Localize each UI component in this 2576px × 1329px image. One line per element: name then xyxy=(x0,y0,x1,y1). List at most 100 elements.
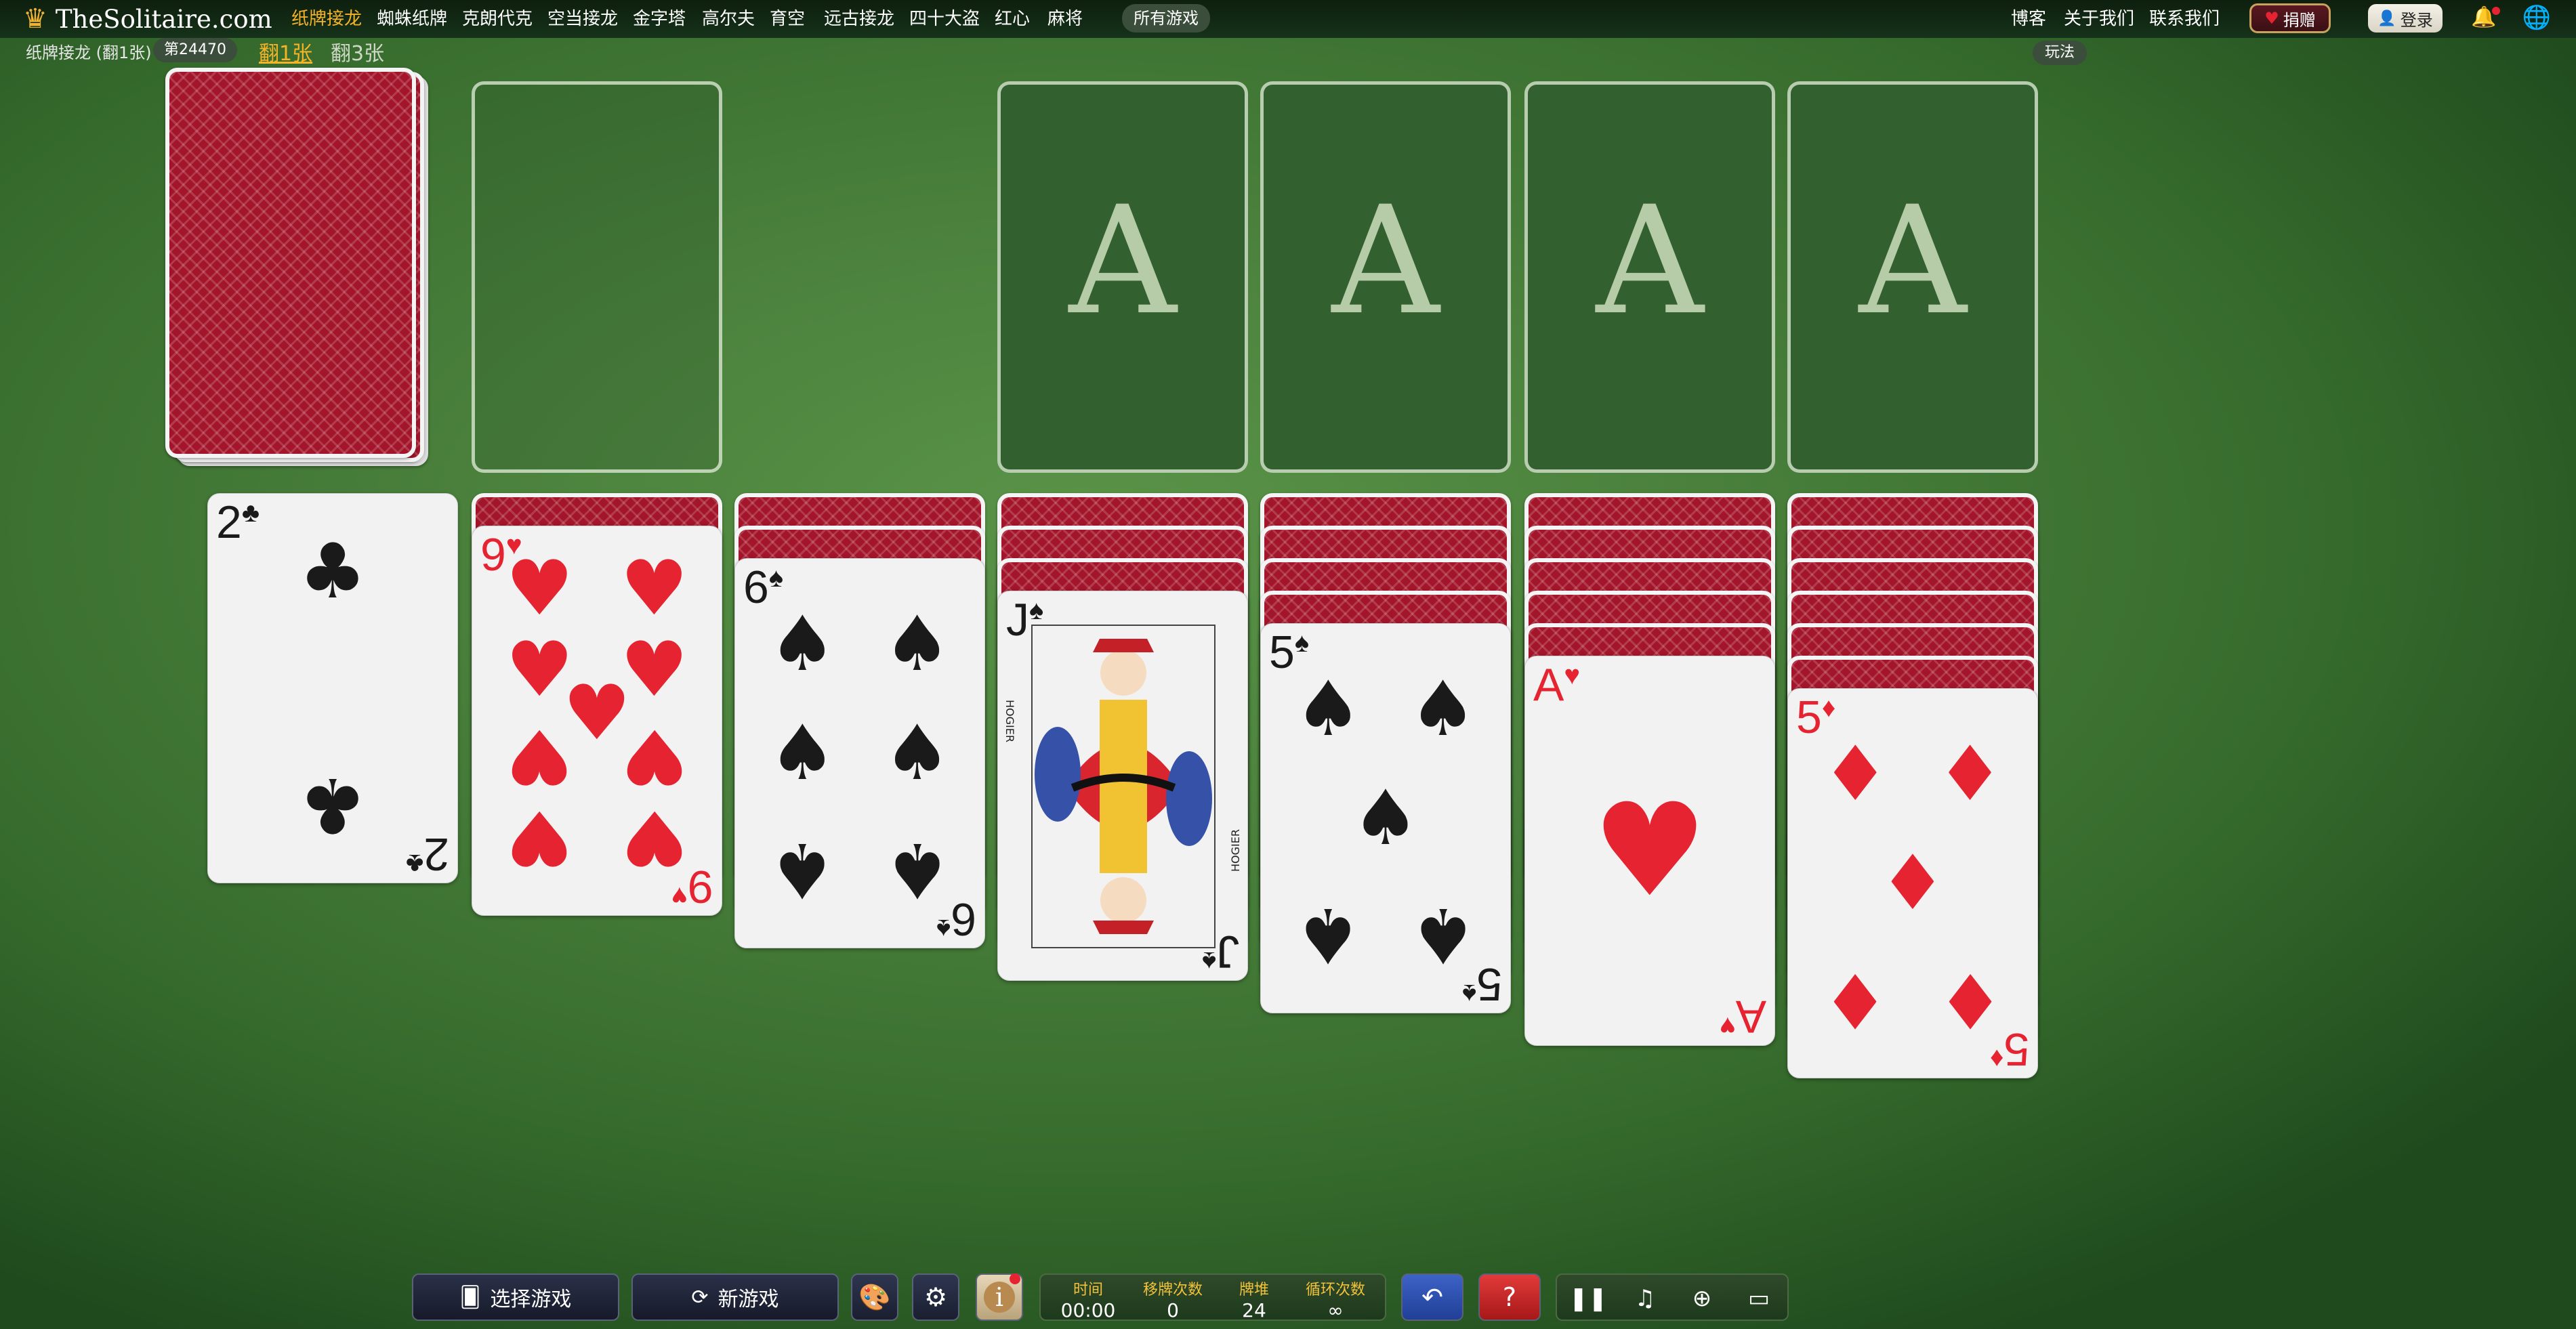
foundation-1[interactable]: A xyxy=(997,81,1248,473)
nav-pyramid[interactable]: 金字塔 xyxy=(633,0,686,38)
tableau-card-2[interactable]: 2♣ 2♣ ♣ ♣ xyxy=(207,493,458,883)
card-corner-index: 2♣ xyxy=(405,828,449,880)
undo-icon[interactable]: ↶ xyxy=(1401,1273,1463,1321)
nav-contact[interactable]: 联系我们 xyxy=(2149,0,2220,38)
suit-pip-icon: ♠ xyxy=(1409,891,1477,979)
suit-pip-icon: ♥ xyxy=(505,711,574,800)
nav-hearts[interactable]: 红心 xyxy=(995,0,1030,38)
foundation-4[interactable]: A xyxy=(1787,81,2038,473)
stat-time: 时间 00:00 xyxy=(1054,1278,1122,1322)
top-nav-bar: ♛ TheSolitaire.com 纸牌接龙 蜘蛛纸牌 克朗代克 空当接龙 金… xyxy=(0,0,2576,38)
card-suit-icon: ♣ xyxy=(405,849,424,879)
card-rank: A xyxy=(1735,991,1766,1042)
stat-moves: 移牌次数 0 xyxy=(1136,1278,1210,1322)
nav-blog[interactable]: 博客 xyxy=(2011,0,2046,38)
donate-label: 捐赠 xyxy=(2283,10,2316,30)
card-rank: 5 xyxy=(1269,627,1295,678)
nav-freecell[interactable]: 空当接龙 xyxy=(547,0,618,38)
play-rules-button[interactable]: 玩法 xyxy=(2033,41,2087,65)
card-suit-icon: ♥ xyxy=(671,881,688,911)
card-suit-icon: ♠ xyxy=(1294,628,1310,658)
tableau-card-6[interactable]: 6♠ 6♠ ♠ ♠ ♠ ♠ ♠ ♠ xyxy=(734,558,985,948)
notification-dot xyxy=(2492,7,2500,15)
zoom-icon[interactable]: ⊕ xyxy=(1682,1283,1722,1314)
suit-pip-icon: ♥ xyxy=(1592,776,1708,925)
card-suit-icon: ♠ xyxy=(1461,979,1477,1009)
screen-icon[interactable]: ▭ xyxy=(1739,1283,1779,1314)
site-logo[interactable]: ♛ TheSolitaire.com xyxy=(23,3,272,35)
suit-pip-icon: ♥ xyxy=(620,793,688,882)
card-rank: 2 xyxy=(423,828,449,880)
suit-pip-icon: ♠ xyxy=(883,600,951,689)
card-suit-icon: ♣ xyxy=(241,498,260,528)
pause-icon[interactable]: ❚❚ xyxy=(1568,1283,1608,1314)
foundation-3[interactable]: A xyxy=(1524,81,1775,473)
nav-ancient[interactable]: 远古接龙 xyxy=(824,0,894,38)
gear-icon[interactable]: ⚙ xyxy=(912,1273,959,1321)
card-suit-icon: ♥ xyxy=(1719,1011,1736,1041)
stat-moves-value: 0 xyxy=(1167,1299,1179,1322)
all-games-button[interactable]: 所有游戏 xyxy=(1122,4,1210,33)
suit-pip-icon: ♥ xyxy=(505,544,574,633)
tableau-card-5[interactable]: 5♠ 5♠ ♠ ♠ ♠ ♠ ♠ xyxy=(1260,623,1511,1013)
nav-yukon[interactable]: 育空 xyxy=(770,0,805,38)
nav-spider[interactable]: 蜘蛛纸牌 xyxy=(377,0,447,38)
suit-pip-icon: ♠ xyxy=(1409,665,1477,754)
music-icon[interactable]: ♫ xyxy=(1625,1283,1665,1314)
heart-icon: ♥ xyxy=(2264,9,2279,28)
suit-pip-icon: ♠ xyxy=(768,709,837,797)
new-game-button[interactable]: ⟳ 新游戏 xyxy=(631,1273,839,1321)
suit-pip-icon: ♦ xyxy=(1821,956,1890,1045)
stat-stock-label: 牌堆 xyxy=(1239,1282,1269,1299)
select-game-label: 选择游戏 xyxy=(490,1288,572,1311)
stat-cycles: 循环次数 ∞ xyxy=(1298,1278,1373,1322)
card-rank: 9 xyxy=(480,529,506,581)
foundation-2[interactable]: A xyxy=(1260,81,1511,473)
nav-about[interactable]: 关于我们 xyxy=(2064,0,2134,38)
card-rank: 2 xyxy=(216,497,242,548)
card-rank: 5 xyxy=(1796,692,1822,743)
nav-forty-thieves[interactable]: 四十大盗 xyxy=(909,0,980,38)
stat-cycles-value: ∞ xyxy=(1327,1299,1344,1322)
waste-slot[interactable] xyxy=(472,81,722,473)
suit-pip-icon: ♣ xyxy=(298,527,367,616)
tableau-card-A[interactable]: A♥ A♥ ♥ xyxy=(1524,656,1775,1046)
stat-stock-value: 24 xyxy=(1242,1299,1266,1322)
card-suit-icon: ♠ xyxy=(768,563,784,593)
donate-button[interactable]: ♥ 捐赠 xyxy=(2249,3,2331,33)
card-rank: 6 xyxy=(951,893,976,945)
card-rank: 5 xyxy=(2003,1024,2029,1075)
stat-time-label: 时间 xyxy=(1073,1282,1103,1299)
suit-pip-icon: ♠ xyxy=(1294,891,1363,979)
suit-pip-icon: ♥ xyxy=(620,711,688,800)
select-game-button[interactable]: 🂠 选择游戏 xyxy=(412,1273,619,1321)
mode-draw-one[interactable]: 翻1张 xyxy=(259,37,312,66)
foundation-placeholder: A xyxy=(1331,174,1440,347)
help-icon[interactable]: ? xyxy=(1478,1273,1541,1321)
suit-pip-icon: ♠ xyxy=(883,826,951,914)
suit-pip-icon: ♥ xyxy=(505,793,574,882)
globe-icon[interactable]: 🌐 xyxy=(2522,4,2552,34)
foundation-placeholder: A xyxy=(1858,174,1967,347)
court-card-name: HOGIER xyxy=(1229,829,1242,872)
stock-pile[interactable] xyxy=(165,68,416,458)
tableau-card-5[interactable]: 5♦ 5♦ ♦ ♦ ♦ ♦ ♦ xyxy=(1787,688,2038,1078)
palette-icon[interactable]: 🎨 xyxy=(851,1273,898,1321)
suit-pip-icon: ♠ xyxy=(1351,774,1420,862)
card-corner-index: A♥ xyxy=(1719,991,1766,1042)
nav-mahjong[interactable]: 麻将 xyxy=(1047,0,1083,38)
stats-panel: 时间 00:00 移牌次数 0 牌堆 24 循环次数 ∞ xyxy=(1039,1273,1386,1322)
nav-klondike[interactable]: 纸牌接龙 xyxy=(291,0,362,38)
foundation-placeholder: A xyxy=(1596,174,1704,347)
tableau-card-9[interactable]: 9♥ 9♥ ♥ ♥ ♥ ♥ ♥ ♥ ♥ ♥ ♥ xyxy=(472,526,722,916)
mode-draw-three[interactable]: 翻3张 xyxy=(331,37,384,66)
suit-pip-icon: ♦ xyxy=(1936,956,2004,1045)
nav-klondike-2[interactable]: 克朗代克 xyxy=(462,0,533,38)
tableau-card-J[interactable]: J♠ J♠ HOGIER HOGIER xyxy=(997,591,1248,981)
media-controls: ❚❚ ♫ ⊕ ▭ xyxy=(1556,1273,1789,1321)
login-label: 登录 xyxy=(2400,10,2433,30)
stat-stock: 牌堆 24 xyxy=(1224,1278,1285,1322)
login-button[interactable]: 👤 登录 xyxy=(2368,4,2443,33)
card-corner-index: 2♣ xyxy=(216,499,259,545)
nav-golf[interactable]: 高尔夫 xyxy=(702,0,755,38)
